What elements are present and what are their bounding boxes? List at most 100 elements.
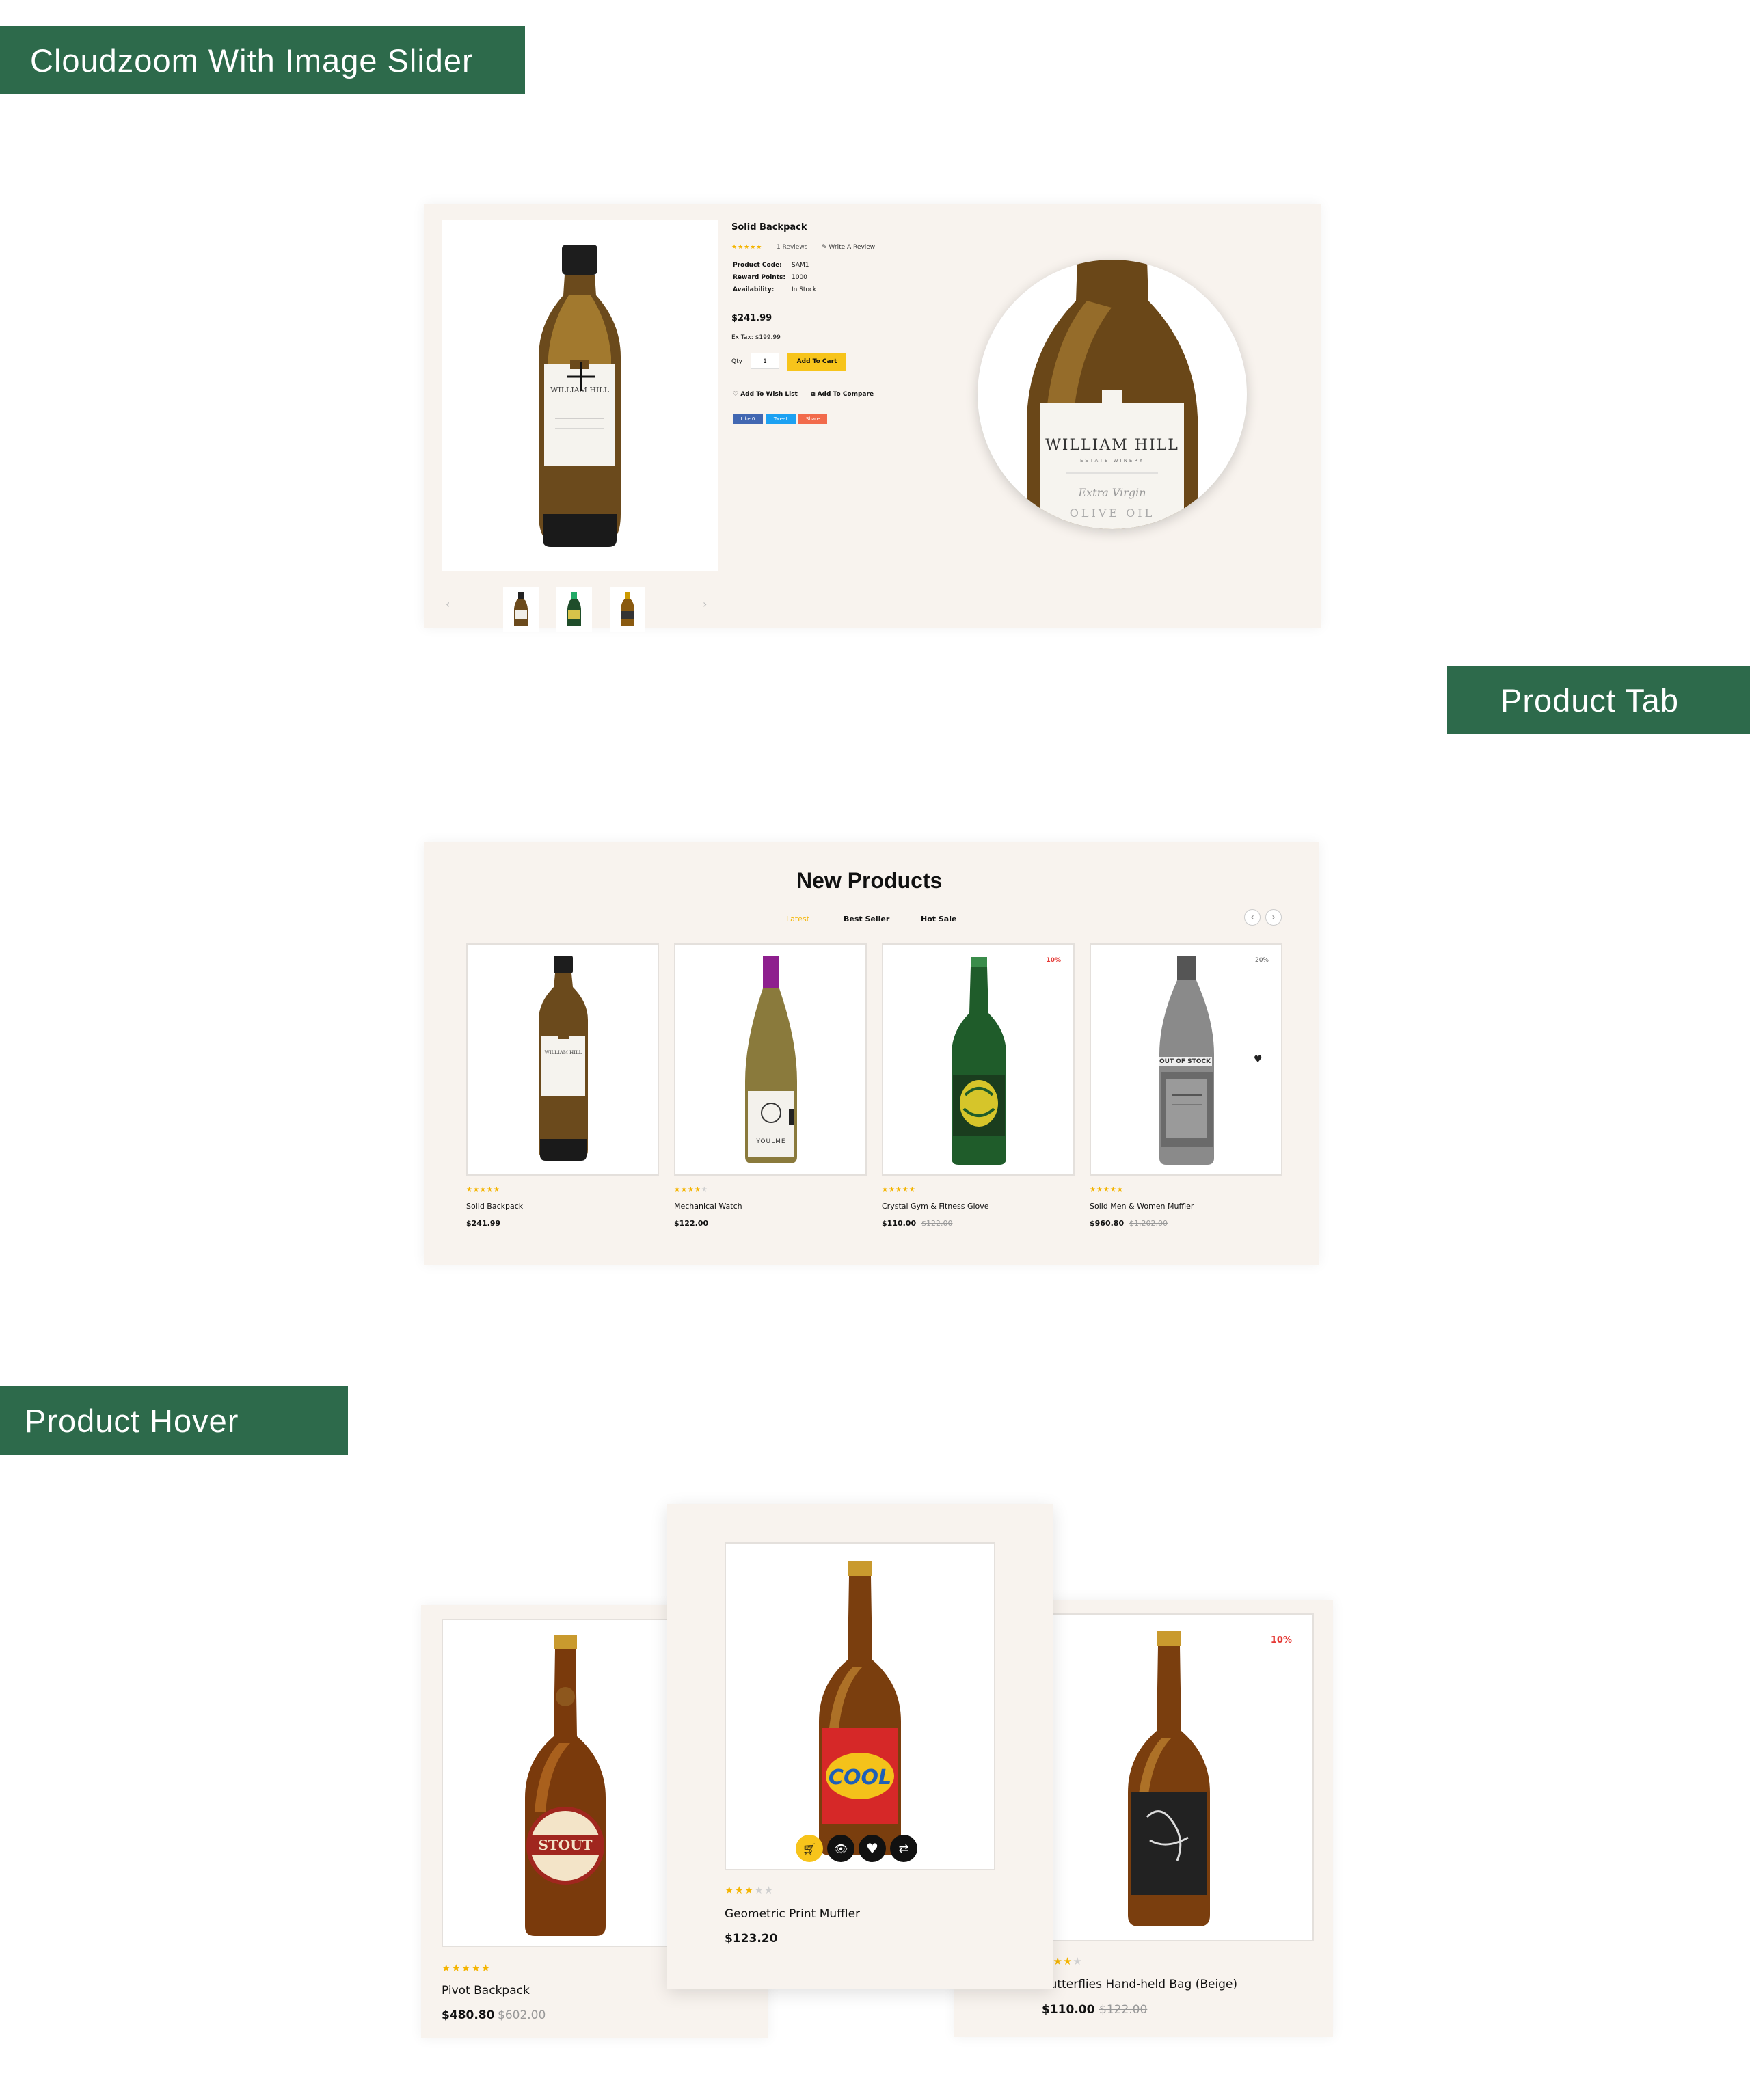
hover-left-name[interactable]: Pivot Backpack	[442, 1984, 530, 1997]
facebook-like-button[interactable]: Like 0	[733, 414, 763, 424]
chevron-left-icon: ‹	[1250, 912, 1254, 923]
zoomed-bottle-image: WILLIAM HILL ESTATE WINERY Extra Virgin …	[1027, 260, 1198, 529]
eye-icon: 👁︎	[833, 1842, 848, 1855]
zoom-label-line2: ESTATE WINERY	[1080, 458, 1144, 463]
heart-icon: ♡	[733, 391, 739, 398]
qty-label: Qty	[731, 358, 742, 365]
product-3-price: $110.00	[882, 1219, 917, 1228]
add-to-cart-label: Add To Cart	[796, 358, 837, 365]
quick-add-to-cart-button[interactable]: 🛒︎	[796, 1835, 823, 1862]
product-3-old-price: $122.00	[921, 1219, 953, 1228]
product-card-image-3[interactable]: 10%	[882, 943, 1075, 1176]
product-3-rating: ★★★★★	[882, 1186, 916, 1194]
product-4-discount-badge: 20%	[1254, 957, 1269, 964]
write-review-link[interactable]: ✎ Write A Review	[822, 244, 875, 251]
product-card-image-2[interactable]: YOULME	[674, 943, 867, 1176]
field-value-reward: 1000	[792, 274, 807, 281]
slider-next-button[interactable]: ›	[1265, 909, 1282, 926]
hover-right-name[interactable]: Butterflies Hand-held Bag (Beige)	[1042, 1978, 1237, 1991]
slider-prev-button[interactable]: ‹	[1244, 909, 1261, 926]
tab-latest[interactable]: Latest	[786, 915, 809, 924]
tweet-button[interactable]: Tweet	[766, 414, 796, 424]
zoom-lens: WILLIAM HILL ESTATE WINERY Extra Virgin …	[978, 260, 1247, 529]
chevron-right-icon: ›	[1271, 912, 1276, 923]
product-2-name[interactable]: Mechanical Watch	[674, 1202, 742, 1211]
out-of-stock-label: OUT OF STOCK	[1158, 1057, 1213, 1066]
zoom-label-line3: Extra Virgin	[1077, 486, 1146, 499]
cool-beer-bottle: COOL	[819, 1561, 901, 1855]
product-4-old-price: $1,202.00	[1129, 1219, 1168, 1228]
product-1-price: $241.99	[466, 1219, 501, 1228]
banner-product-tab-label: Product Tab	[1500, 682, 1679, 718]
field-label-code: Product Code:	[733, 262, 782, 269]
hover-center-rating: ★★★★★	[725, 1884, 775, 1896]
hover-card-center-image[interactable]: COOL	[725, 1542, 995, 1870]
ex-tax: Ex Tax: $199.99	[731, 334, 781, 341]
main-product-image[interactable]: WILLIAM HILL	[442, 220, 718, 571]
thumb-next-arrow-icon[interactable]: ›	[703, 597, 707, 610]
green-beer-bottle-small	[952, 957, 1006, 1165]
reviews-link[interactable]: 1 Reviews	[777, 244, 807, 251]
hover-left-price: $480.80	[442, 2008, 495, 2022]
tab-hot-sale[interactable]: Hot Sale	[921, 915, 956, 924]
add-to-cart-button[interactable]: Add To Cart	[788, 353, 846, 371]
hover-left-rating: ★★★★★	[442, 1962, 492, 1974]
quick-compare-button[interactable]: ⇄	[890, 1835, 917, 1862]
thumbnail-3[interactable]	[610, 587, 645, 632]
field-label-reward: Reward Points:	[733, 274, 785, 281]
stout-label-text: STOUT	[538, 1837, 592, 1853]
thumb-prev-arrow-icon[interactable]: ‹	[446, 597, 450, 610]
facebook-like-label: Like 0	[740, 416, 755, 422]
card2-bottle-label: YOULME	[755, 1138, 785, 1145]
product-2-price: $122.00	[674, 1219, 709, 1228]
compare-arrows-icon: ⇄	[898, 1841, 909, 1856]
card1-bottle-label: WILLIAM HILL	[545, 1050, 582, 1055]
wishlist-heart-icon[interactable]: ♥	[1254, 1054, 1263, 1065]
heart-icon: ♥	[866, 1840, 878, 1857]
pencil-icon: ✎	[822, 244, 827, 251]
olive-oil-bottle-image: WILLIAM HILL	[539, 245, 621, 547]
wishlist-label: Add To Wish List	[740, 391, 798, 398]
product-3-discount-badge: 10%	[1046, 957, 1061, 964]
wine-bottle-small: YOULME	[745, 956, 797, 1163]
cool-label-text: COOL	[829, 1766, 891, 1790]
share-label: Share	[805, 416, 820, 422]
share-button[interactable]: Share	[798, 414, 827, 424]
hover-center-name[interactable]: Geometric Print Muffler	[725, 1907, 860, 1921]
product-title: Solid Backpack	[731, 222, 807, 232]
hover-card-left-image[interactable]: STOUT	[442, 1619, 688, 1947]
tweet-label: Tweet	[773, 416, 788, 422]
zoom-label-line1: WILLIAM HILL	[1045, 437, 1179, 454]
product-3-name[interactable]: Crystal Gym & Fitness Glove	[882, 1202, 989, 1211]
qty-input[interactable]	[751, 353, 779, 369]
banner-product-tab: Product Tab	[1447, 666, 1750, 734]
product-1-name[interactable]: Solid Backpack	[466, 1202, 523, 1211]
product-card-image-4[interactable]: 20% OUT OF STOCK ♥	[1090, 943, 1282, 1176]
compare-link[interactable]: ⧉ Add To Compare	[811, 391, 874, 398]
quick-view-button[interactable]: 👁︎	[827, 1835, 854, 1862]
hover-card-right-image[interactable]: 10%	[1025, 1613, 1314, 1941]
banner-product-hover: Product Hover	[0, 1386, 348, 1455]
write-review-label: Write A Review	[829, 244, 876, 251]
stout-beer-bottle: STOUT	[525, 1635, 606, 1936]
hover-right-price: $110.00	[1042, 2003, 1095, 2017]
field-value-availability: In Stock	[792, 286, 817, 293]
product-4-name[interactable]: Solid Men & Women Muffler	[1090, 1202, 1194, 1211]
field-label-availability: Availability:	[733, 286, 775, 293]
product-card-image-1[interactable]: WILLIAM HILL	[466, 943, 659, 1176]
field-value-code: SAM1	[792, 262, 809, 269]
wishlist-link[interactable]: ♡ Add To Wish List	[733, 391, 798, 398]
product-2-rating: ★★★★★	[674, 1186, 708, 1194]
night-beer-bottle	[1128, 1631, 1210, 1926]
thumbnail-2[interactable]	[556, 587, 592, 632]
product-1-rating: ★★★★★	[466, 1186, 500, 1194]
compare-label: Add To Compare	[817, 391, 874, 398]
tab-best-seller[interactable]: Best Seller	[844, 915, 889, 924]
hover-left-old-price: $602.00	[498, 2008, 546, 2022]
product-4-rating: ★★★★★	[1090, 1186, 1124, 1194]
banner-cloudzoom-label: Cloudzoom With Image Slider	[30, 42, 474, 79]
cart-icon: 🛒︎	[802, 1842, 817, 1855]
new-products-heading: New Products	[796, 868, 943, 893]
quick-wishlist-button[interactable]: ♥	[859, 1835, 886, 1862]
thumbnail-1[interactable]	[503, 587, 539, 632]
